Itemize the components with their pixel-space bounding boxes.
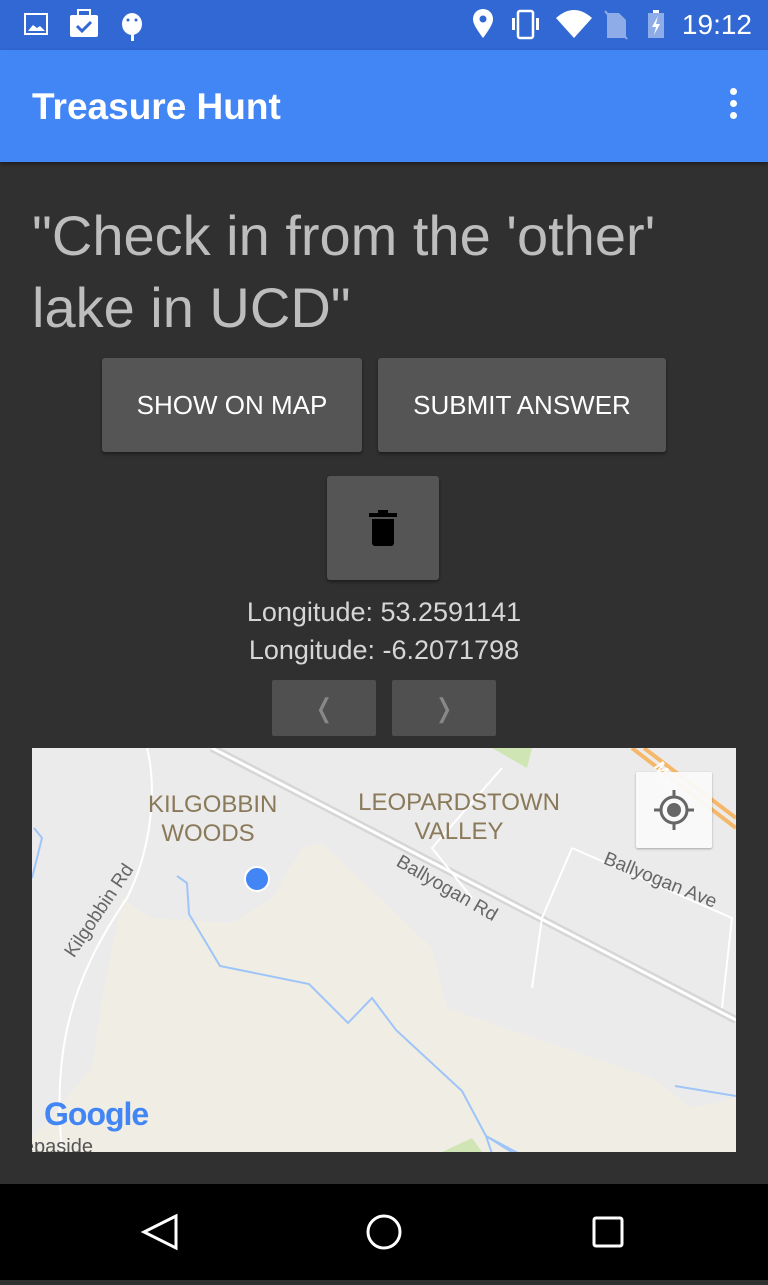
back-icon[interactable] xyxy=(140,1213,178,1251)
clock: 19:12 xyxy=(681,9,752,40)
delete-button[interactable] xyxy=(327,476,439,580)
status-bar: 19:12 xyxy=(0,0,768,50)
navigation-bar xyxy=(0,1184,768,1280)
clipboard-check-icon xyxy=(70,9,98,37)
my-location-button[interactable] xyxy=(636,772,712,848)
trash-icon xyxy=(369,510,397,546)
wifi-icon xyxy=(556,10,592,38)
notification-icons xyxy=(24,9,142,41)
latitude-text: Longitude: 53.2591141 xyxy=(246,597,522,627)
label-line: VALLEY xyxy=(414,818,504,845)
app-bar: Treasure Hunt xyxy=(0,50,768,162)
show-on-map-button[interactable]: SHOW ON MAP xyxy=(102,358,362,452)
google-logo: Google xyxy=(44,1096,149,1132)
app-title: Treasure Hunt xyxy=(32,86,281,127)
battery-charging-icon xyxy=(648,10,664,38)
label-line: WOODS xyxy=(161,820,255,847)
vibrate-icon xyxy=(512,9,539,40)
submit-answer-button[interactable]: SUBMIT ANSWER xyxy=(378,358,666,452)
more-vert-icon[interactable] xyxy=(728,88,738,124)
previous-button[interactable]: ❬ xyxy=(272,680,376,736)
image-icon xyxy=(24,13,48,35)
map-view[interactable]: KILGOBBIN WOODS LEOPARDSTOWN VALLEY Ballyo… xyxy=(32,748,736,1152)
next-button[interactable]: ❭ xyxy=(392,680,496,736)
location-icon xyxy=(473,9,493,38)
system-icons xyxy=(473,9,664,40)
recents-icon[interactable] xyxy=(592,1216,624,1248)
location-marker xyxy=(244,866,270,892)
home-icon[interactable] xyxy=(366,1214,402,1250)
nav-icons xyxy=(140,1213,624,1251)
label-line: LEOPARDSTOWN xyxy=(358,789,560,816)
android-icon xyxy=(122,13,142,41)
question-text: "Check in from the 'other' lake in UCD" xyxy=(32,204,656,339)
label-kilgobbin-woods: KILGOBBIN WOODS xyxy=(148,790,278,848)
no-sim-icon xyxy=(604,10,628,40)
crosshair-icon xyxy=(654,790,694,830)
label-leopardstown-valley: LEOPARDSTOWN VALLEY xyxy=(352,788,566,846)
longitude-text: Longitude: -6.2071798 xyxy=(248,635,520,665)
label-line: KILGOBBIN xyxy=(148,791,278,818)
label-stepaside: Stepaside xyxy=(32,1136,93,1152)
